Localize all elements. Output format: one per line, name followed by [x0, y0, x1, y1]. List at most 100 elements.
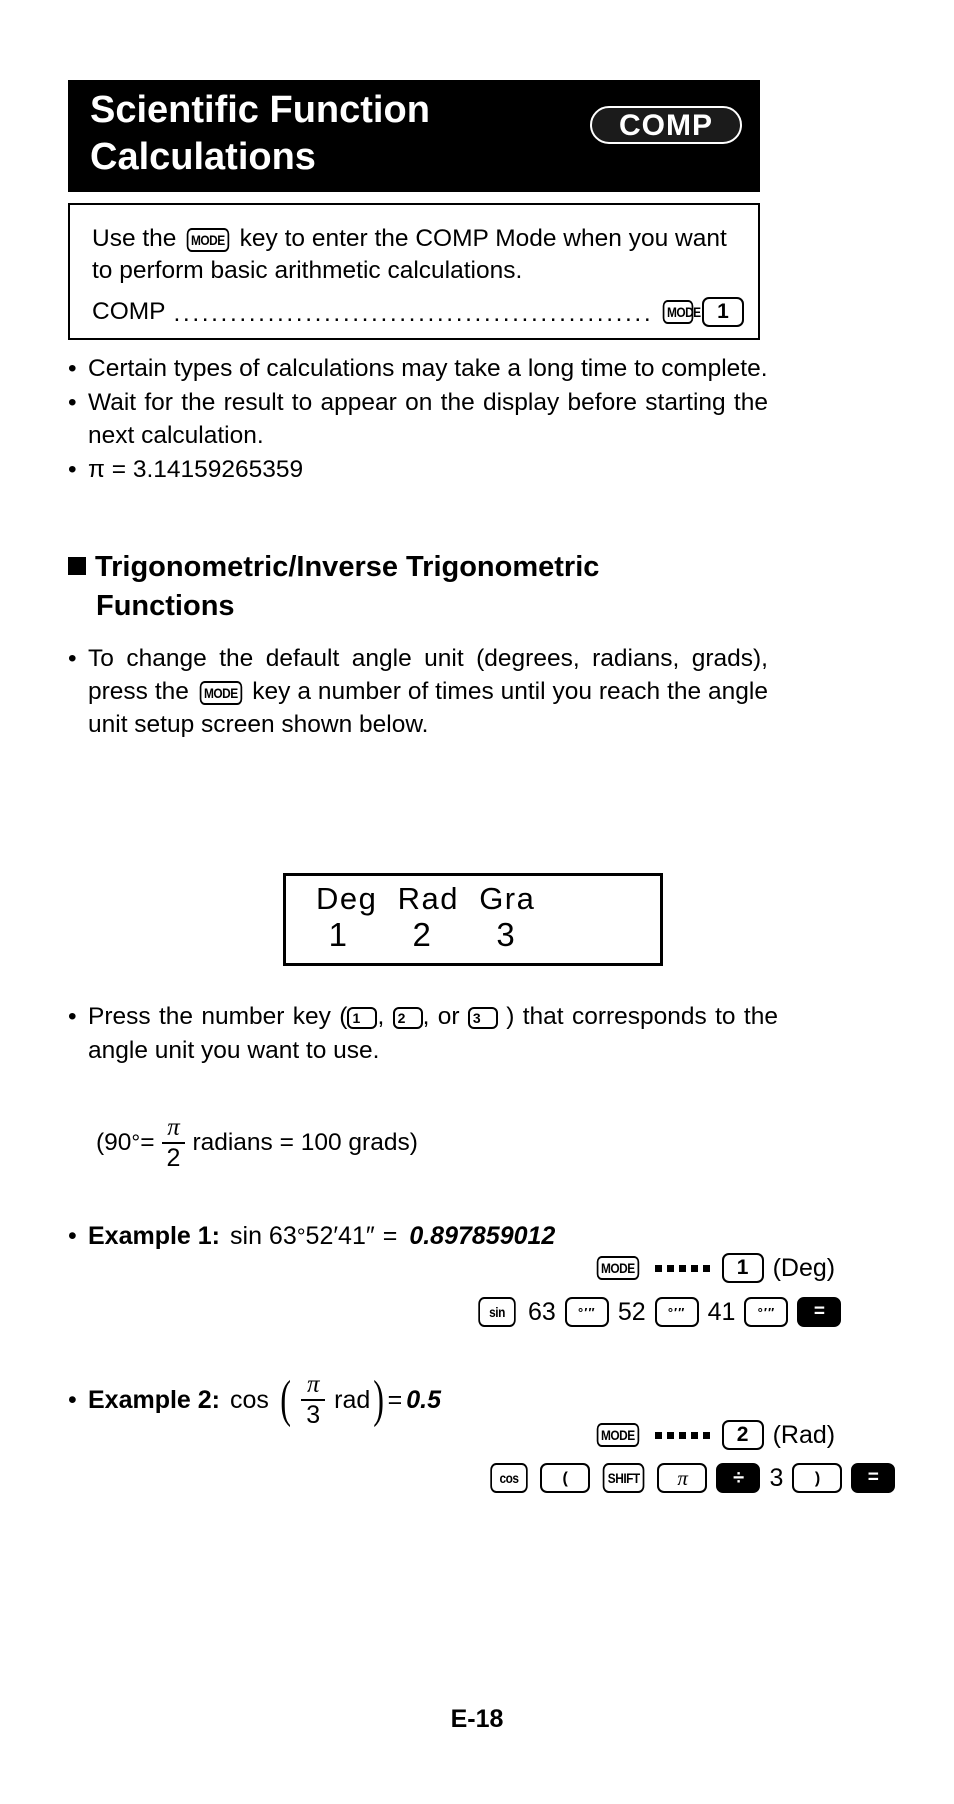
number-key-1-icon: 1: [702, 297, 744, 327]
intro-box: Use the MODE key to enter the COMP Mode …: [68, 203, 760, 340]
fraction-numerator: π: [167, 1114, 180, 1141]
ellipsis-dots-icon: [654, 1431, 710, 1439]
list-item-text: Press the number key (1, 2, or 3 ) that …: [88, 1000, 778, 1068]
formula-open: (90: [96, 1129, 132, 1156]
example-1: • Example 1: sin 63 ° 52′ 41″ = 0.897859012: [68, 1222, 888, 1251]
example-1-digits-degrees: 63: [528, 1297, 556, 1326]
section-heading-line1: Trigonometric/Inverse Trigonometric: [95, 551, 600, 583]
dms-key-icon: °′″: [564, 1297, 609, 1327]
shift-key-icon: SHIFT: [602, 1463, 645, 1493]
comp-label: COMP: [92, 298, 166, 325]
fraction-denominator: 2: [166, 1144, 181, 1172]
list-item-text: Certain types of calculations may take a…: [88, 355, 768, 382]
paren-close-glyph: ): [373, 1371, 385, 1429]
equals-key-icon: =: [851, 1463, 896, 1493]
example-1-function: sin 63: [230, 1222, 297, 1250]
formula-equals: =: [140, 1129, 155, 1156]
angle-unit-note: • To change the default angle unit (degr…: [68, 642, 768, 742]
press-number-key-note: • Press the number key (1, 2, or 3 ) tha…: [68, 1000, 778, 1069]
number-key-2-icon: 2: [392, 1006, 423, 1029]
list-item-text: Wait for the result to appear on the dis…: [88, 389, 768, 450]
example-1-equals: =: [382, 1222, 398, 1250]
example-1-digits-minutes: 52: [617, 1297, 646, 1326]
intro-text: Use the MODE key to enter the COMP Mode …: [92, 223, 742, 288]
divide-key-icon: ÷: [716, 1463, 761, 1493]
example-2-result: 0.5: [406, 1385, 441, 1414]
list-item: • Wait for the result to appear on the d…: [68, 386, 768, 452]
angle-equivalence-formula: (90 ° = π 2 radians = 100 grads): [96, 1115, 418, 1171]
fraction-pi-over-2: π 2: [161, 1114, 186, 1172]
bullet-glyph: •: [68, 1385, 77, 1414]
example-1-digits-seconds: 41: [707, 1297, 736, 1326]
example-1-mode-note: (Deg): [772, 1253, 836, 1282]
list-item-text: To change the default angle unit (degree…: [88, 642, 768, 741]
example-2-unit: rad: [334, 1385, 371, 1414]
number-key-icon: 2: [721, 1420, 764, 1450]
bullet-glyph: •: [68, 645, 77, 672]
lcd-angle-unit-numbers: 1 2 3: [318, 916, 517, 953]
example-2-digit: 3: [769, 1463, 784, 1492]
list-item: • Press the number key (1, 2, or 3 ) tha…: [68, 1000, 778, 1068]
close-paren-key-icon: ): [792, 1463, 843, 1493]
comp-mode-entry-row: COMP ...................................…: [92, 297, 744, 327]
lcd-angle-unit-labels: Deg Rad Gra: [316, 881, 536, 916]
list-item: • π = 3.14159265359: [68, 453, 768, 486]
number-key-icon: 1: [721, 1253, 764, 1283]
dot-leader: ........................................…: [173, 301, 655, 327]
list-item-text: π = 3.14159265359: [88, 456, 304, 484]
page-header: Scientific Function Calculations COMP: [68, 80, 760, 192]
fraction-pi-over-3: π 3: [301, 1371, 326, 1429]
square-bullet-icon: [68, 557, 86, 575]
page-title: Scientific Function Calculations: [90, 89, 430, 179]
open-paren-key-icon: (: [540, 1463, 590, 1493]
dms-key-icon: °′″: [654, 1297, 699, 1327]
sin-key-icon: sin: [478, 1297, 516, 1327]
mode-key-icon: MODE: [663, 300, 702, 324]
bullet-glyph: •: [68, 355, 77, 382]
bullet-glyph: •: [68, 389, 77, 417]
press-note-part1: Press the number key (: [88, 1003, 348, 1030]
example-1-mode-keys: MODE 1 (Deg): [593, 1253, 835, 1283]
list-item: • To change the default angle unit (degr…: [68, 642, 768, 741]
example-1-seconds: 41″: [338, 1222, 375, 1250]
manual-page: Scientific Function Calculations COMP Us…: [0, 0, 954, 1804]
mode-badge-comp: COMP: [590, 106, 742, 144]
equals-key-icon: =: [797, 1297, 842, 1327]
example-1-key-sequence: sin 63 °′″ 52 °′″ 41 °′″ =: [475, 1297, 842, 1327]
example-1-minutes: 52′: [305, 1222, 339, 1250]
bullet-glyph: •: [68, 1003, 77, 1030]
paren-open-glyph: (: [280, 1371, 291, 1429]
list-item: • Certain types of calculations may take…: [68, 352, 768, 385]
mode-key-icon: MODE: [199, 680, 242, 705]
example-1-result: 0.897859012: [409, 1222, 556, 1250]
dms-key-icon: °′″: [744, 1297, 789, 1327]
lcd-display-illustration: Deg Rad Gra 1 2 3: [283, 873, 663, 966]
section-heading: Trigonometric/Inverse Trigonometric Func…: [68, 548, 788, 625]
press-note-sep1: ,: [377, 1003, 393, 1030]
ellipsis-dots-icon: [654, 1264, 710, 1272]
fraction-numerator: π: [306, 1371, 320, 1398]
example-2-key-sequence: cos ( SHIFT π ÷ 3 ) =: [487, 1463, 896, 1493]
example-2-label: Example 2:: [88, 1385, 221, 1414]
formula-tail: radians = 100 grads): [192, 1129, 418, 1156]
notes-list: • Certain types of calculations may take…: [68, 352, 768, 487]
cos-key-icon: cos: [490, 1463, 528, 1493]
section-heading-line2: Functions: [96, 589, 235, 622]
mode-key-icon: MODE: [596, 1256, 639, 1280]
fraction-denominator: 3: [306, 1401, 321, 1429]
press-note-sep2: , or: [422, 1003, 468, 1030]
example-1-label: Example 1:: [88, 1222, 221, 1250]
bullet-glyph: •: [68, 1222, 77, 1250]
degree-symbol: °: [296, 1223, 306, 1249]
example-2-mode-note: (Rad): [772, 1420, 836, 1449]
page-number: E-18: [450, 1705, 504, 1733]
degree-symbol: °: [131, 1130, 141, 1155]
example-2-mode-keys: MODE 2 (Rad): [593, 1420, 835, 1450]
example-2-equals: =: [387, 1385, 403, 1414]
number-key-1-icon: 1: [347, 1006, 378, 1029]
mode-key-icon: MODE: [186, 227, 230, 252]
mode-key-icon: MODE: [596, 1423, 639, 1447]
example-2-function: cos: [230, 1385, 269, 1414]
pi-key-icon: π: [657, 1463, 708, 1493]
number-key-3-icon: 3: [467, 1006, 498, 1029]
